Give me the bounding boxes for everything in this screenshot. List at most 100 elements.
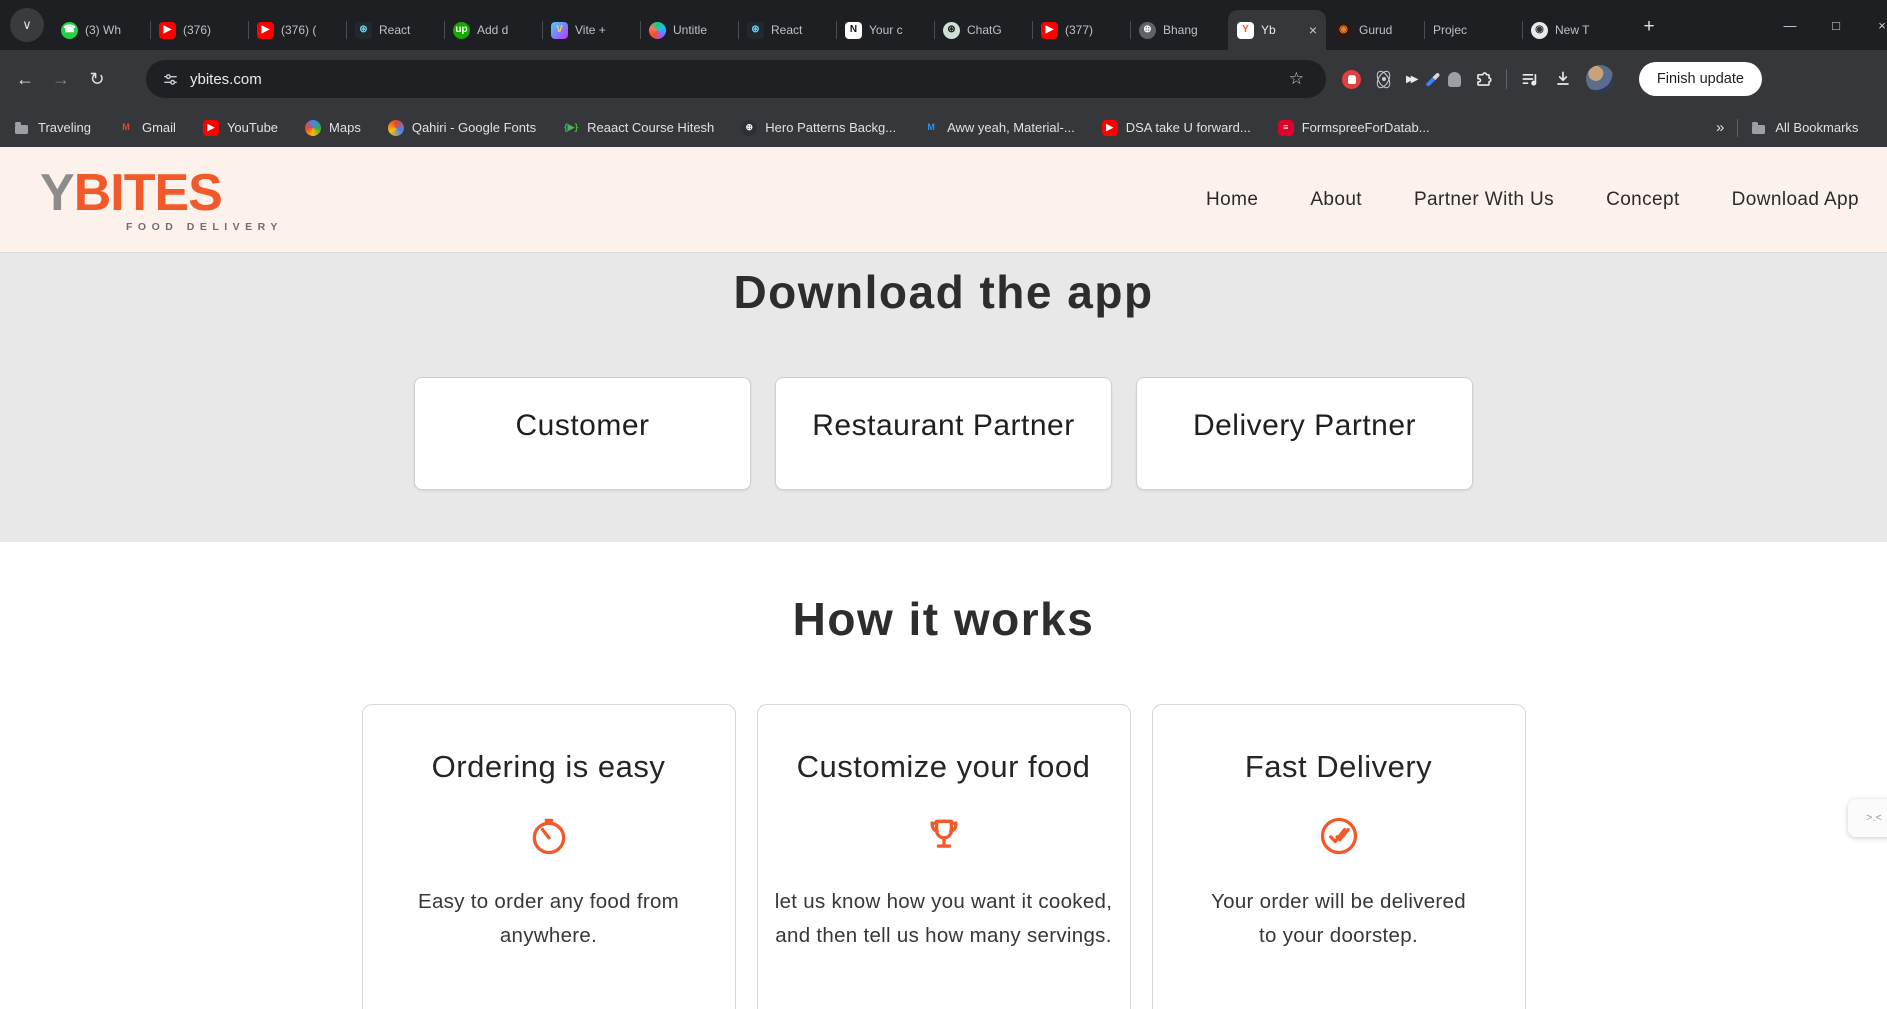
- tab-label: Gurud: [1359, 23, 1393, 37]
- download-app-section: Download the app Customer Restaurant Par…: [0, 252, 1887, 542]
- site-settings-icon[interactable]: [162, 71, 179, 88]
- tab-strip: ∨ ☎ (3) Wh ▶ (376) ▶ (376) (⊛ React up …: [0, 0, 1887, 50]
- browser-tab[interactable]: ⊛ React: [738, 10, 836, 50]
- tab-favicon-icon: ▶: [159, 21, 176, 39]
- browser-tab[interactable]: ⊛ ChatG: [934, 10, 1032, 50]
- browser-tab[interactable]: Projec: [1424, 10, 1522, 50]
- bookmark-item[interactable]: Qahiri - Google Fonts: [387, 119, 536, 136]
- bookmark-favicon-icon: ▶: [202, 119, 219, 136]
- browser-tab[interactable]: ⊛ React: [346, 10, 444, 50]
- bookmarks-bar: Traveling M Gmail ▶ YouTube Maps Qahiri …: [0, 108, 1887, 147]
- tab-favicon-icon: ▶: [1041, 21, 1058, 39]
- tab-label: React: [379, 23, 411, 37]
- how-card-delivery: Fast Delivery Your order will be deliver…: [1151, 704, 1526, 1009]
- profile-avatar[interactable]: [1585, 65, 1614, 93]
- react-devtools-extension-icon[interactable]: [1374, 70, 1393, 89]
- tab-favicon-icon: V: [551, 21, 568, 39]
- browser-tab[interactable]: ⊕ Bhang: [1130, 10, 1228, 50]
- browser-tab[interactable]: ▶ (376): [150, 10, 248, 50]
- forward-button[interactable]: →: [44, 62, 78, 96]
- nav-link[interactable]: Partner With Us: [1414, 189, 1554, 211]
- folder-icon: [1751, 120, 1767, 136]
- new-tab-button[interactable]: +: [1634, 11, 1664, 41]
- bookmark-item[interactable]: Maps: [305, 119, 361, 136]
- floating-widget-button[interactable]: >.<: [1848, 799, 1887, 837]
- bookmark-item[interactable]: ▶ DSA take U forward...: [1101, 119, 1251, 136]
- how-it-works-title: How it works: [792, 593, 1095, 645]
- check-circle-icon: [1153, 813, 1525, 859]
- bookmark-item[interactable]: ≡ FormspreeForDatab...: [1277, 119, 1430, 136]
- bookmark-favicon-icon: ⊕: [741, 119, 758, 136]
- browser-tab[interactable]: ☎ (3) Wh: [52, 10, 150, 50]
- window-close-button[interactable]: ×: [1859, 0, 1887, 50]
- tab-favicon-icon: ⊛: [747, 21, 764, 39]
- nav-link[interactable]: Download App: [1732, 189, 1859, 211]
- browser-tab[interactable]: ◉ Gurud: [1326, 10, 1424, 50]
- bookmark-item[interactable]: Traveling: [14, 120, 91, 136]
- how-card-title: Fast Delivery: [1244, 749, 1433, 784]
- browser-tab[interactable]: ◉ New T: [1522, 10, 1620, 50]
- back-button[interactable]: ←: [8, 62, 42, 96]
- bookmark-item[interactable]: M Aww yeah, Material-...: [923, 120, 1074, 136]
- download-card[interactable]: Delivery Partner: [1136, 377, 1473, 490]
- how-card-ordering: Ordering is easy Easy to order any food …: [361, 704, 736, 1009]
- extensions-puzzle-icon[interactable]: [1474, 70, 1493, 89]
- nav-link[interactable]: About: [1310, 189, 1362, 211]
- finish-update-button[interactable]: Finish update: [1638, 62, 1762, 96]
- tab-label: Untitle: [673, 23, 708, 37]
- tab-label: Vite +: [575, 23, 606, 37]
- trophy-icon: [758, 813, 1130, 859]
- download-card[interactable]: Customer: [414, 377, 751, 490]
- reload-button[interactable]: ↻: [80, 62, 114, 96]
- browser-tab[interactable]: ▶ (376) (: [248, 10, 346, 50]
- adblock-extension-icon[interactable]: [1342, 69, 1361, 89]
- site-logo[interactable]: YBITES FOOD DELIVERY: [40, 167, 283, 233]
- bookmark-favicon-icon: M: [927, 122, 935, 132]
- browser-tab[interactable]: V Vite +: [542, 10, 640, 50]
- nav-link[interactable]: Concept: [1606, 189, 1680, 211]
- downloads-icon[interactable]: [1553, 69, 1573, 89]
- tab-search-button[interactable]: ∨: [10, 8, 44, 42]
- playlist-icon[interactable]: [1520, 69, 1540, 89]
- tab-favicon-icon: ⊛: [943, 21, 960, 39]
- bookmark-star-icon[interactable]: ☆: [1283, 68, 1310, 90]
- window-minimize-button[interactable]: —: [1767, 0, 1813, 50]
- bookmark-label: Maps: [329, 120, 361, 135]
- nav-link[interactable]: Home: [1206, 189, 1258, 211]
- bookmark-item[interactable]: M Gmail: [118, 120, 176, 136]
- fast-forward-extension-icon[interactable]: ▶▶: [1406, 74, 1418, 85]
- bookmark-label: Gmail: [141, 120, 176, 135]
- bookmarks-divider: [1737, 118, 1739, 137]
- download-card[interactable]: Restaurant Partner: [775, 377, 1112, 490]
- site-header: YBITES FOOD DELIVERY Home About Partner …: [0, 147, 1887, 252]
- page-content: YBITES FOOD DELIVERY Home About Partner …: [0, 147, 1887, 1009]
- eyedropper-extension-icon[interactable]: [1425, 71, 1441, 87]
- how-cards: Ordering is easy Easy to order any food …: [0, 704, 1887, 1009]
- browser-tab[interactable]: ▶ (377): [1032, 10, 1130, 50]
- window-restore-button[interactable]: □: [1813, 0, 1859, 50]
- tab-close-icon[interactable]: ×: [1309, 23, 1317, 37]
- bookmarks-overflow-icon[interactable]: »: [1716, 119, 1724, 136]
- tab-favicon-icon: ☎: [61, 21, 78, 39]
- all-bookmarks-button[interactable]: All Bookmarks: [1751, 120, 1858, 136]
- browser-tab[interactable]: up Add d: [444, 10, 542, 50]
- bookmark-favicon-icon: [305, 119, 322, 136]
- tab-label: Add d: [477, 23, 509, 37]
- tab-label: (376) (: [281, 23, 317, 37]
- browser-tab[interactable]: N Your c: [836, 10, 934, 50]
- bookmark-item[interactable]: ⊕ Hero Patterns Backg...: [741, 119, 896, 136]
- tab-favicon-icon: ▶: [257, 21, 274, 39]
- bookmark-item[interactable]: {▶} Reaact Course Hitesh: [563, 120, 714, 136]
- logo-tagline: FOOD DELIVERY: [126, 220, 283, 233]
- browser-tab[interactable]: Untitle: [640, 10, 738, 50]
- url-text[interactable]: ybites.com: [190, 71, 262, 88]
- bookmark-item[interactable]: ▶ YouTube: [202, 119, 279, 136]
- bookmark-label: DSA take U forward...: [1125, 120, 1251, 135]
- bookmark-label: YouTube: [226, 120, 279, 135]
- ghost-extension-icon[interactable]: [1447, 71, 1461, 87]
- download-app-title: Download the app: [733, 266, 1154, 318]
- browser-tab[interactable]: Y Yb ×: [1228, 10, 1326, 50]
- tab-label: Yb: [1261, 23, 1276, 37]
- tab-label: Projec: [1433, 23, 1468, 37]
- address-bar[interactable]: ybites.com ☆: [146, 60, 1326, 98]
